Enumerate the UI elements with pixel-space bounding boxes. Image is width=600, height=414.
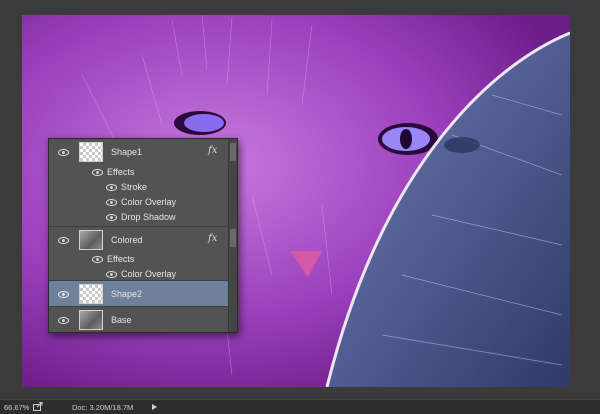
eye-icon[interactable] xyxy=(106,271,117,278)
effect-row-color-overlay[interactable]: Color Overlay xyxy=(49,195,229,210)
layer-row-colored[interactable]: Colored fx xyxy=(49,226,229,253)
effect-label: Color Overlay xyxy=(121,269,177,279)
layer-name: Shape2 xyxy=(111,289,143,299)
layers-panel: Shape1 fx Effects Stroke Color Overlay D… xyxy=(48,138,238,333)
effect-label: Color Overlay xyxy=(121,197,177,207)
arrow-right-icon[interactable] xyxy=(152,404,157,410)
eye-icon[interactable] xyxy=(58,148,69,156)
effects-label: Effects xyxy=(107,254,135,264)
eye-icon[interactable] xyxy=(106,184,117,191)
eye-icon[interactable] xyxy=(106,199,117,206)
eye-icon[interactable] xyxy=(92,256,103,263)
status-bar: 66.67% Doc: 3.20M/18.7M xyxy=(0,399,600,414)
fx-icon[interactable]: fx xyxy=(208,233,217,244)
fx-icon[interactable]: fx xyxy=(208,145,217,156)
eye-icon[interactable] xyxy=(58,290,69,298)
layer-row-shape1[interactable]: Shape1 fx xyxy=(49,139,229,165)
doc-size-info: Doc: 3.20M/18.7M xyxy=(72,403,134,412)
share-icon[interactable] xyxy=(33,402,43,411)
layer-row-base[interactable]: Base xyxy=(49,306,229,333)
layer-thumbnail xyxy=(79,284,103,304)
effects-row[interactable]: Effects xyxy=(49,252,229,267)
layer-thumbnail xyxy=(79,310,103,330)
layer-thumbnail xyxy=(79,142,103,162)
effect-row-drop-shadow[interactable]: Drop Shadow xyxy=(49,210,229,225)
effect-row-stroke[interactable]: Stroke xyxy=(49,180,229,195)
scrollbar-thumb[interactable] xyxy=(230,229,236,247)
eye-icon[interactable] xyxy=(58,236,69,244)
layer-thumbnail xyxy=(79,230,103,250)
zoom-level[interactable]: 66.67% xyxy=(4,403,29,412)
scrollbar-thumb[interactable] xyxy=(230,143,236,161)
layer-name: Colored xyxy=(111,235,143,245)
layer-name: Base xyxy=(111,315,132,325)
effect-label: Drop Shadow xyxy=(121,212,176,222)
effects-label: Effects xyxy=(107,167,135,177)
eye-icon[interactable] xyxy=(92,169,103,176)
effect-label: Stroke xyxy=(121,182,148,192)
effects-row[interactable]: Effects xyxy=(49,165,229,180)
layer-name: Shape1 xyxy=(111,147,143,157)
layer-row-shape2[interactable]: Shape2 xyxy=(49,280,229,307)
eye-icon[interactable] xyxy=(58,316,69,324)
eye-icon[interactable] xyxy=(106,214,117,221)
layers-scrollbar[interactable] xyxy=(228,139,237,332)
